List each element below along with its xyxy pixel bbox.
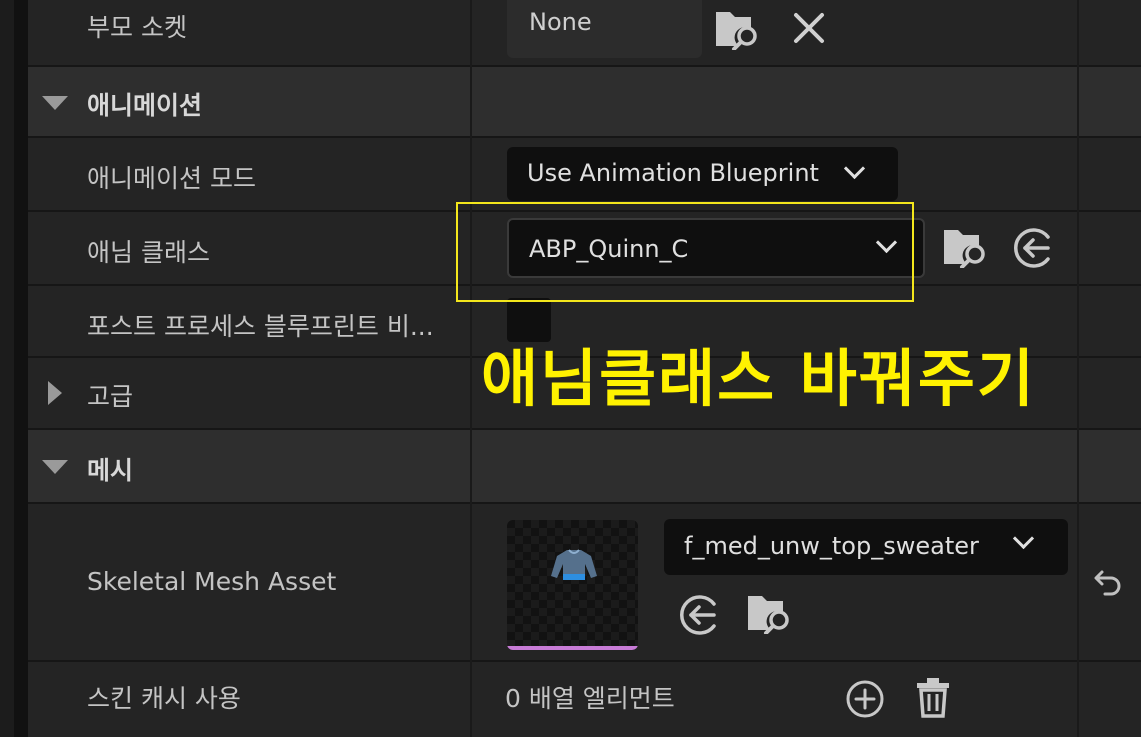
chevron-down-icon <box>843 157 866 180</box>
category-mesh[interactable]: 메시 <box>28 430 1141 504</box>
row-anim-class: 애님 클래스 ABP_Quinn_C <box>28 212 1141 286</box>
sweater-preview-icon <box>551 549 597 580</box>
skeletal-mesh-value: f_med_unw_top_sweater <box>684 532 979 560</box>
column-divider[interactable] <box>1077 0 1079 737</box>
arrow-left-circle-icon[interactable] <box>1012 227 1054 269</box>
anim-class-value: ABP_Quinn_C <box>529 235 689 263</box>
advanced-label: 고급 <box>87 382 134 411</box>
skeletal-mesh-thumbnail[interactable] <box>507 520 638 650</box>
arrow-left-circle-icon[interactable] <box>678 594 720 636</box>
anim-class-dropdown[interactable]: ABP_Quinn_C <box>507 218 925 278</box>
collapse-arrow-icon[interactable] <box>42 460 68 474</box>
collapse-arrow-icon[interactable] <box>42 96 68 110</box>
annotation-text: 애님클래스 바꿔주기 <box>481 342 1036 415</box>
row-skin-cache: 스킨 캐시 사용 0 배열 엘리먼트 <box>28 662 1141 737</box>
skeletal-mesh-dropdown[interactable]: f_med_unw_top_sweater <box>664 519 1068 575</box>
close-icon[interactable] <box>793 12 825 44</box>
animation-mode-dropdown[interactable]: Use Animation Blueprint <box>507 147 898 201</box>
folder-search-icon[interactable] <box>714 8 762 50</box>
chevron-down-icon <box>1012 527 1035 550</box>
skin-cache-label: 스킨 캐시 사용 <box>87 684 241 713</box>
row-parent-socket: 부모 소켓 None <box>28 0 1141 67</box>
row-animation-mode: 애니메이션 모드 Use Animation Blueprint <box>28 138 1141 212</box>
anim-class-label: 애님 클래스 <box>87 238 210 267</box>
reset-arrow-icon[interactable] <box>1089 568 1123 596</box>
chevron-down-icon <box>875 231 898 254</box>
folder-search-icon[interactable] <box>746 592 794 634</box>
outer-gutter <box>0 0 14 737</box>
animation-category-label: 애니메이션 <box>87 91 203 120</box>
thumbnail-asset-color-bar <box>507 646 638 650</box>
animation-mode-value: Use Animation Blueprint <box>527 159 819 187</box>
parent-socket-field[interactable]: None <box>507 0 702 58</box>
animation-mode-label: 애니메이션 모드 <box>87 164 256 193</box>
expand-arrow-icon[interactable] <box>48 381 62 405</box>
post-process-label: 포스트 프로세스 블루프린트 비... <box>87 312 434 341</box>
skin-cache-count: 0 배열 엘리먼트 <box>505 684 675 713</box>
category-animation[interactable]: 애니메이션 <box>28 67 1141 138</box>
plus-circle-icon[interactable] <box>845 679 885 719</box>
skeletal-mesh-label: Skeletal Mesh Asset <box>87 567 337 596</box>
mesh-category-label: 메시 <box>87 456 134 485</box>
parent-socket-value: None <box>529 8 592 36</box>
trash-icon[interactable] <box>915 676 951 718</box>
panel-edge <box>14 0 28 737</box>
column-divider[interactable] <box>470 0 472 737</box>
folder-search-icon[interactable] <box>942 226 990 268</box>
parent-socket-label: 부모 소켓 <box>87 13 187 42</box>
